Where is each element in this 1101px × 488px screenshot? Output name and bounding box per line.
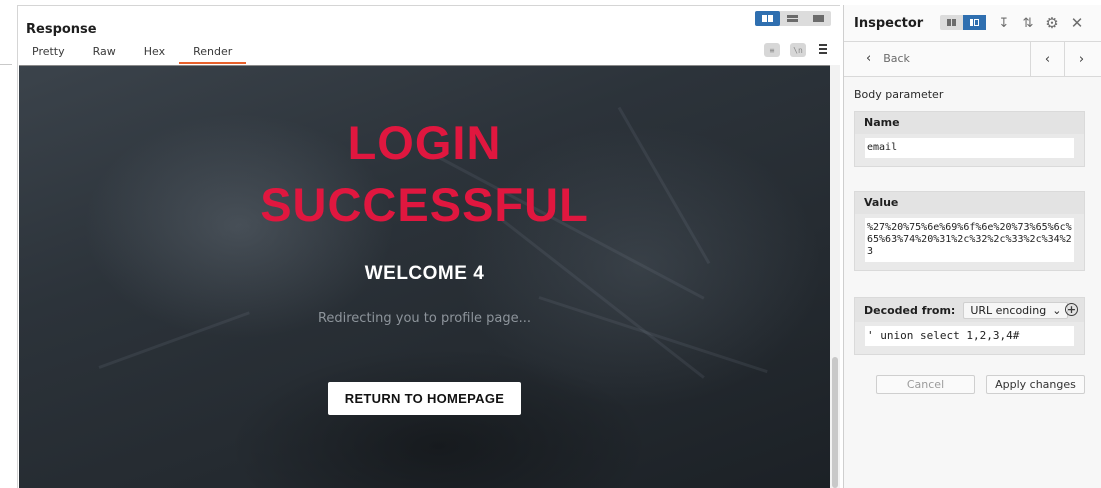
value-field[interactable]: %27%20%75%6e%69%6f%6e%20%73%65%6c%65%63%… bbox=[865, 218, 1074, 262]
split-view-icon bbox=[947, 19, 956, 26]
split-view-icon bbox=[762, 15, 774, 22]
chevron-down-icon: ⌄ bbox=[1052, 303, 1062, 317]
inspector-panel: Inspector ↧ ⇅ ⚙ ✕ ‹ Back ‹ › Body parame… bbox=[843, 5, 1101, 488]
split-view-button[interactable] bbox=[755, 11, 781, 26]
encoding-dropdown-value: URL encoding bbox=[970, 303, 1047, 317]
response-title: Response bbox=[26, 22, 97, 37]
encoding-dropdown[interactable]: URL encoding ⌄ bbox=[963, 301, 1069, 319]
wrap-lines-icon[interactable]: ≡ bbox=[764, 43, 780, 57]
chevron-right-icon: › bbox=[1078, 52, 1085, 67]
tab-render[interactable]: Render bbox=[179, 44, 247, 64]
name-field[interactable]: email bbox=[865, 138, 1074, 158]
inspector-title: Inspector bbox=[854, 16, 924, 31]
back-button[interactable]: ‹ Back bbox=[866, 51, 910, 66]
gutter-divider bbox=[0, 64, 12, 65]
decoded-card: Decoded from: URL encoding ⌄ + ' union s… bbox=[854, 297, 1085, 355]
inspector-header: Inspector ↧ ⇅ ⚙ ✕ bbox=[844, 5, 1101, 42]
cancel-button[interactable]: Cancel bbox=[876, 375, 975, 394]
inspector-layout-b[interactable] bbox=[963, 15, 986, 30]
welcome-heading: WELCOME 4 bbox=[364, 263, 485, 284]
response-tabs: Pretty Raw Hex Render bbox=[18, 44, 247, 64]
name-header: Name bbox=[855, 112, 1084, 134]
decoded-header: Decoded from: URL encoding ⌄ + bbox=[855, 298, 1084, 322]
inspector-layout-a[interactable] bbox=[940, 15, 963, 30]
gear-icon[interactable]: ⚙ bbox=[1045, 14, 1059, 32]
menu-icon[interactable] bbox=[819, 44, 827, 54]
login-title-line2: SUCCESSFUL bbox=[260, 178, 589, 231]
scrollbar-thumb[interactable] bbox=[832, 357, 838, 488]
apply-changes-button[interactable]: Apply changes bbox=[986, 375, 1085, 394]
single-view-icon bbox=[812, 15, 824, 22]
inspector-nav: ‹ Back ‹ › bbox=[844, 42, 1101, 77]
next-button[interactable]: › bbox=[1064, 42, 1098, 77]
collapse-all-icon[interactable]: ⇅ bbox=[1021, 15, 1035, 31]
split-view-icon bbox=[970, 19, 979, 26]
newline-icon[interactable]: \n bbox=[790, 43, 806, 57]
tab-raw[interactable]: Raw bbox=[79, 44, 130, 64]
close-icon[interactable]: ✕ bbox=[1070, 14, 1084, 32]
rows-view-icon bbox=[787, 15, 799, 22]
name-card: Name email bbox=[854, 111, 1085, 167]
add-icon[interactable]: + bbox=[1065, 303, 1078, 316]
chevron-left-icon: ‹ bbox=[866, 51, 872, 66]
value-header: Value bbox=[855, 192, 1084, 214]
inspector-layout-toggle[interactable] bbox=[940, 15, 986, 30]
value-card: Value %27%20%75%6e%69%6f%6e%20%73%65%6c%… bbox=[854, 191, 1085, 271]
expand-all-icon[interactable]: ↧ bbox=[997, 15, 1011, 31]
previous-button[interactable]: ‹ bbox=[1030, 42, 1064, 77]
chevron-left-icon: ‹ bbox=[1044, 52, 1051, 67]
return-homepage-button[interactable]: RETURN TO HOMEPAGE bbox=[328, 382, 521, 415]
back-label: Back bbox=[883, 52, 910, 65]
rows-view-button[interactable] bbox=[780, 11, 805, 26]
single-view-button[interactable] bbox=[806, 11, 831, 26]
tab-hex[interactable]: Hex bbox=[130, 44, 179, 64]
vertical-scrollbar[interactable] bbox=[830, 65, 840, 488]
redirect-text: Redirecting you to profile page... bbox=[317, 311, 532, 326]
left-gutter bbox=[0, 0, 17, 488]
tab-pretty[interactable]: Pretty bbox=[18, 44, 79, 64]
login-title-line1: LOGIN bbox=[347, 116, 502, 169]
layout-toggle[interactable] bbox=[755, 11, 831, 26]
decoded-field[interactable]: ' union select 1,2,3,4# bbox=[865, 326, 1074, 346]
rendered-page: LOGIN SUCCESSFUL WELCOME 4 Redirecting y… bbox=[19, 65, 830, 488]
decoded-label: Decoded from: bbox=[864, 303, 956, 317]
section-label: Body parameter bbox=[854, 88, 944, 101]
login-title: LOGIN SUCCESSFUL bbox=[19, 112, 830, 236]
